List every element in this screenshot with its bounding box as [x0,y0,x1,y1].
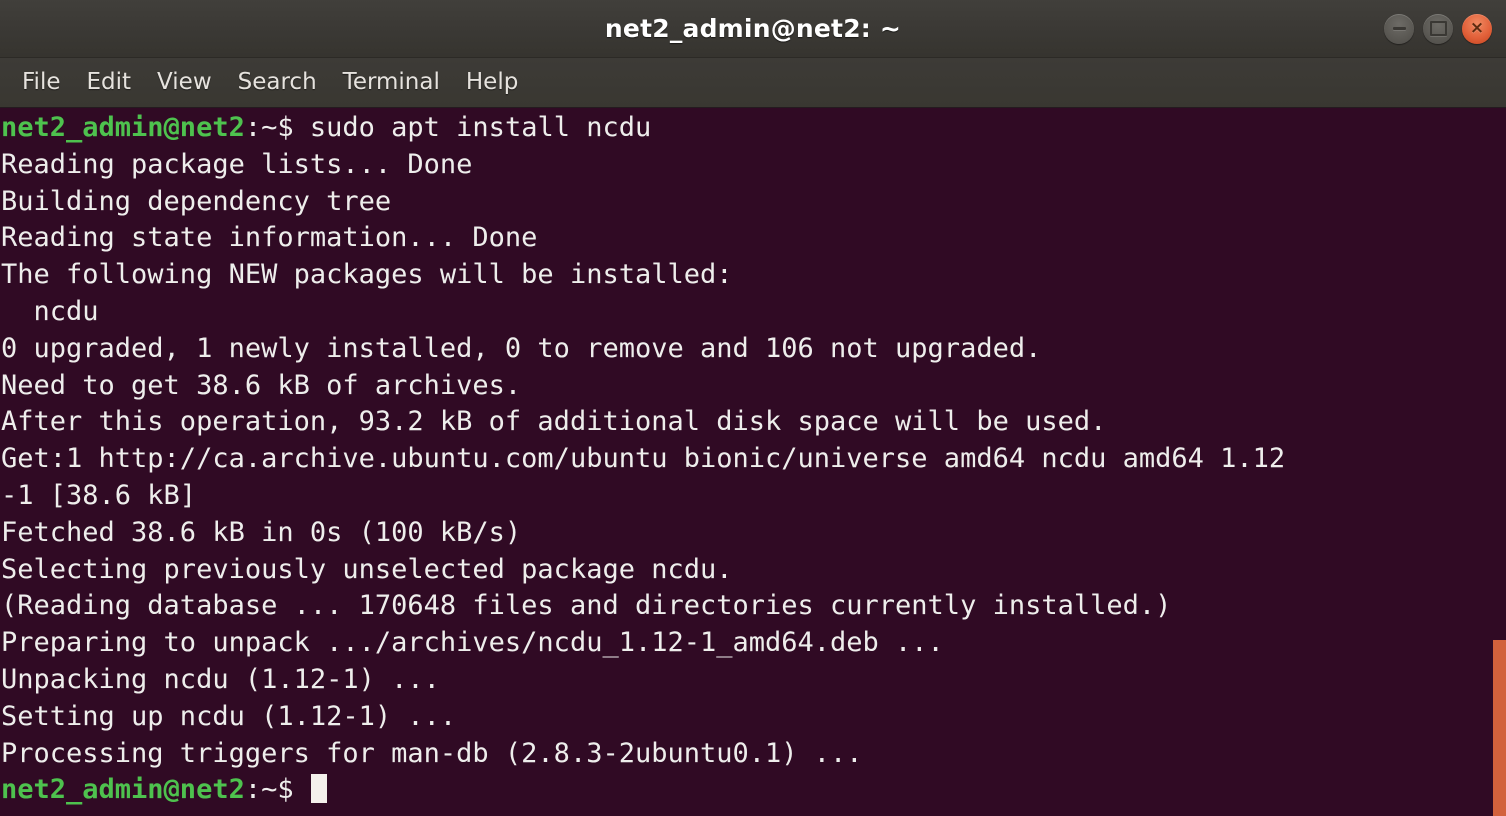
terminal-line: Fetched 38.6 kB in 0s (100 kB/s) [0,515,1506,552]
terminal-output-text: 0 upgraded, 1 newly installed, 0 to remo… [1,332,1042,364]
terminal-line: Unpacking ncdu (1.12-1) ... [0,662,1506,699]
terminal-output-text: Unpacking ncdu (1.12-1) ... [1,663,440,695]
window-title: net2_admin@net2: ~ [604,14,902,43]
terminal-line: Preparing to unpack .../archives/ncdu_1.… [0,625,1506,662]
terminal-output-text: -1 [38.6 kB] [1,479,197,511]
terminal-line: The following NEW packages will be insta… [0,257,1506,294]
shell-prompt-symbol: :~$ [244,774,310,806]
terminal-output-text: Fetched 38.6 kB in 0s (100 kB/s) [1,516,522,548]
terminal-output-text: Building dependency tree [1,185,392,217]
terminal-line: -1 [38.6 kB] [0,478,1506,515]
menu-item-search[interactable]: Search [225,66,330,100]
terminal-output-text: Reading state information... Done [1,222,538,254]
terminal-output-text: After this operation, 93.2 kB of additio… [1,406,1107,438]
terminal-line: Reading state information... Done [0,220,1506,257]
terminal-output-text: Preparing to unpack .../archives/ncdu_1.… [1,627,944,659]
terminal-line: net2_admin@net2:~$ [0,772,1506,809]
maximize-button[interactable] [1423,13,1453,44]
terminal-line: After this operation, 93.2 kB of additio… [0,404,1506,441]
terminal-output-text: Reading package lists... Done [1,148,473,180]
terminal-window: net2_admin@net2: ~ × File Edit View Sear… [0,0,1506,816]
terminal-output-text: Need to get 38.6 kB of archives. [1,369,522,401]
terminal-line: Building dependency tree [0,184,1506,221]
terminal-line: Need to get 38.6 kB of archives. [0,368,1506,405]
window-controls: × [1384,13,1492,44]
close-icon: × [1469,17,1485,38]
shell-prompt-user-host: net2_admin@net2 [1,112,245,143]
menu-item-terminal[interactable]: Terminal [330,66,453,100]
minimize-button[interactable] [1384,13,1414,44]
terminal-output-text: Processing triggers for man-db (2.8.3-2u… [1,737,863,769]
terminal-output-text: ncdu [1,295,99,327]
terminal-line: ncdu [0,294,1506,331]
menu-bar: File Edit View Search Terminal Help [0,58,1506,108]
terminal-output-text: The following NEW packages will be insta… [1,259,733,291]
terminal-line: Selecting previously unselected package … [0,552,1506,589]
terminal-output-text: Setting up ncdu (1.12-1) ... [1,700,457,732]
terminal-output-text: Selecting previously unselected package … [1,553,733,585]
terminal-line: Processing triggers for man-db (2.8.3-2u… [0,736,1506,773]
terminal-output-text: Get:1 http://ca.archive.ubuntu.com/ubunt… [1,443,1286,475]
terminal-output-area[interactable]: net2_admin@net2:~$ sudo apt install ncdu… [0,108,1506,816]
menu-item-help[interactable]: Help [453,66,531,100]
terminal-line: Reading package lists... Done [0,147,1506,184]
terminal-line: (Reading database ... 170648 files and d… [0,588,1506,625]
shell-command: sudo apt install ncdu [309,112,652,143]
terminal-line: net2_admin@net2:~$ sudo apt install ncdu [0,110,1506,147]
text-cursor [310,774,327,804]
terminal-line: 0 upgraded, 1 newly installed, 0 to remo… [0,331,1506,368]
terminal-line: Setting up ncdu (1.12-1) ... [0,699,1506,736]
shell-prompt-symbol: :~$ [244,112,310,143]
terminal-text: net2_admin@net2:~$ sudo apt install ncdu… [0,110,1506,809]
terminal-output-text: (Reading database ... 170648 files and d… [1,590,1172,622]
maximize-icon [1429,21,1447,36]
menu-item-edit[interactable]: Edit [74,66,145,100]
title-bar: net2_admin@net2: ~ × [0,0,1506,58]
shell-prompt-user-host: net2_admin@net2 [1,774,245,806]
scrollbar-track[interactable] [1493,108,1506,816]
close-button[interactable]: × [1462,13,1492,44]
scrollbar-thumb[interactable] [1493,639,1506,816]
minimize-icon [1392,27,1406,30]
terminal-line: Get:1 http://ca.archive.ubuntu.com/ubunt… [0,441,1506,478]
menu-item-file[interactable]: File [9,66,74,100]
menu-item-view[interactable]: View [144,66,225,100]
